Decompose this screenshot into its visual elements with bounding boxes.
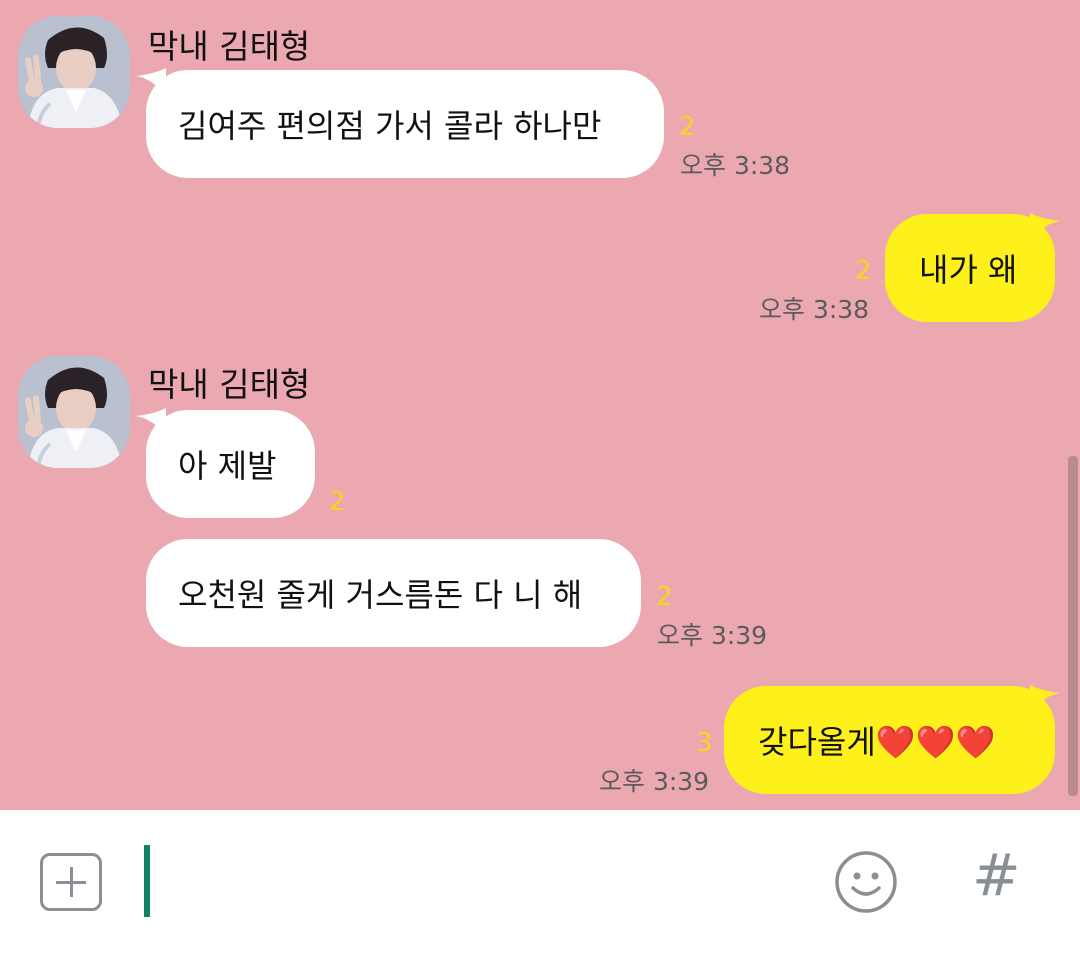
avatar[interactable] — [18, 356, 130, 468]
chat-area[interactable]: 막내 김태형 김여주 편의점 가서 콜라 하나만 2 오후 3:38 2 오후 … — [0, 0, 1080, 810]
message-bubble-incoming[interactable]: 김여주 편의점 가서 콜라 하나만 — [146, 70, 664, 178]
bubble-tail — [1030, 213, 1060, 243]
unread-count: 2 — [656, 582, 673, 612]
message-text: 내가 왜 — [919, 251, 1018, 289]
message-bubble-incoming[interactable]: 아 제발 — [146, 410, 315, 518]
unread-count: 3 — [696, 728, 713, 758]
message-time: 오후 3:39 — [657, 621, 768, 650]
message-text: 오천원 줄게 거스름돈 다 니 해 — [178, 576, 583, 614]
message-time: 오후 3:39 — [599, 767, 710, 796]
message-text: 아 제발 — [178, 447, 277, 485]
text-cursor — [144, 845, 150, 917]
sender-name: 막내 김태형 — [148, 27, 311, 66]
message-time: 오후 3:38 — [759, 295, 870, 324]
profile-photo-icon — [18, 16, 130, 128]
hashtag-search-button[interactable]: # — [972, 846, 1021, 904]
message-text: 김여주 편의점 가서 콜라 하나만 — [178, 107, 602, 145]
message-time: 오후 3:38 — [680, 151, 791, 180]
smiley-icon[interactable] — [834, 850, 898, 914]
chat-screen: 막내 김태형 김여주 편의점 가서 콜라 하나만 2 오후 3:38 2 오후 … — [0, 0, 1080, 954]
message-bubble-outgoing[interactable]: 갖다올게❤️❤️❤️ — [724, 686, 1055, 794]
scrollbar[interactable] — [1068, 456, 1078, 796]
unread-count: 2 — [855, 256, 872, 286]
message-input-bar: # — [0, 810, 1080, 954]
profile-photo-icon — [18, 356, 130, 468]
message-input[interactable] — [158, 840, 802, 922]
avatar[interactable] — [18, 16, 130, 128]
sender-name: 막내 김태형 — [148, 365, 311, 404]
message-text: 갖다올게❤️❤️❤️ — [758, 723, 996, 761]
plus-square-icon[interactable] — [40, 853, 102, 911]
unread-count: 2 — [679, 112, 696, 142]
unread-count: 2 — [329, 487, 346, 517]
message-bubble-incoming[interactable]: 오천원 줄게 거스름돈 다 니 해 — [146, 539, 641, 647]
bubble-tail — [1030, 685, 1060, 715]
